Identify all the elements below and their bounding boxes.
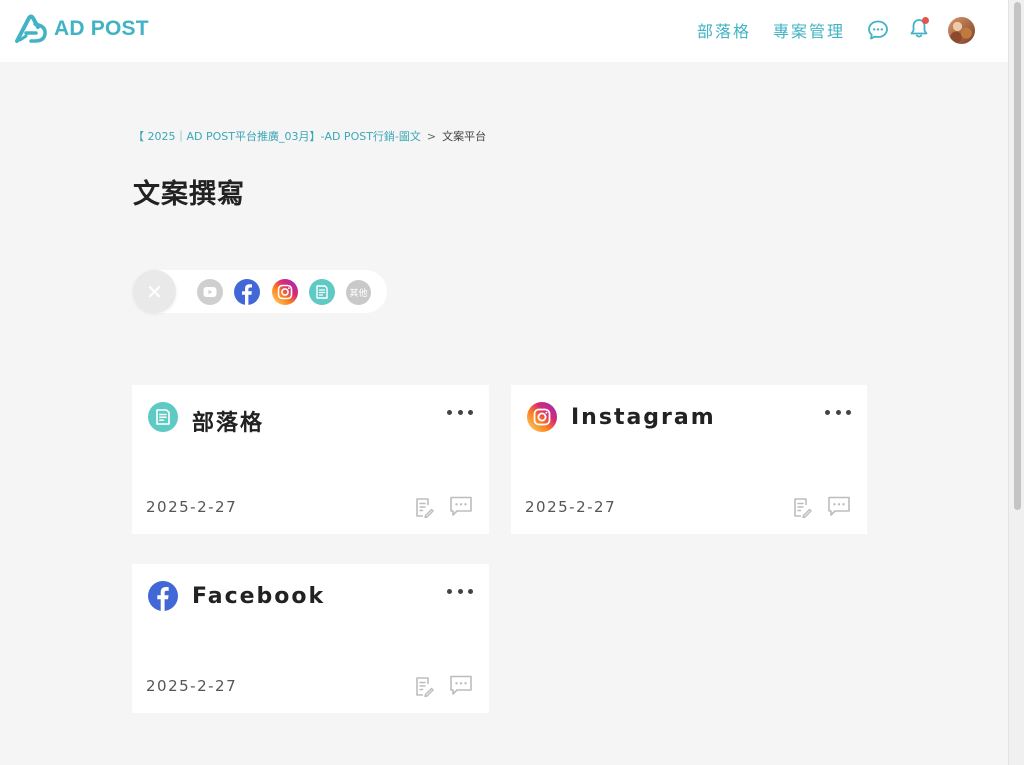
comment-icon[interactable]: [827, 495, 851, 517]
edit-document-icon[interactable]: [413, 496, 435, 518]
post-card-facebook[interactable]: Facebook 2025-2-27: [132, 564, 489, 713]
youtube-icon: [203, 287, 217, 297]
comment-icon[interactable]: [449, 495, 473, 517]
card-title: Facebook: [192, 584, 326, 609]
breadcrumb-current: 文案平台: [442, 130, 487, 143]
instagram-icon: [527, 402, 557, 432]
post-card-instagram[interactable]: Instagram 2025-2-27: [511, 385, 867, 534]
card-title: Instagram: [571, 405, 716, 430]
nav-blog-link[interactable]: 部落格: [697, 18, 751, 42]
filter-youtube[interactable]: [197, 279, 223, 305]
card-title: 部落格: [192, 411, 265, 436]
nav-project-management-link[interactable]: 專案管理: [773, 18, 845, 42]
card-date: 2025-2-27: [525, 498, 617, 516]
platform-filter-bar: ✕ 其他: [133, 270, 387, 313]
blog-icon: [316, 285, 328, 299]
page-title: 文案撰寫: [133, 179, 245, 210]
chat-bubble-icon[interactable]: [867, 19, 889, 41]
vertical-scrollbar[interactable]: [1008, 0, 1024, 765]
edit-document-icon[interactable]: [413, 675, 435, 697]
notification-dot: [922, 17, 929, 24]
card-date: 2025-2-27: [146, 677, 238, 695]
edit-document-icon[interactable]: [791, 496, 813, 518]
facebook-icon: [234, 279, 260, 305]
filter-other[interactable]: 其他: [346, 280, 371, 305]
logo-text: AD POST: [54, 17, 149, 40]
blog-icon: [148, 402, 178, 432]
more-options-icon[interactable]: [825, 407, 851, 417]
comment-icon[interactable]: [449, 674, 473, 696]
breadcrumb-parent-link[interactable]: 【 2025｜AD POST平台推廣_03月】-AD POST行銷-圖文: [133, 128, 421, 144]
bell-icon[interactable]: [908, 17, 930, 39]
post-card-blog[interactable]: 部落格 2025-2-27: [132, 385, 489, 534]
breadcrumb-separator: >: [426, 129, 437, 143]
ad-post-logo[interactable]: AD POST: [14, 14, 149, 44]
more-options-icon[interactable]: [447, 586, 473, 596]
clear-filter-button[interactable]: ✕: [133, 270, 176, 313]
filter-facebook[interactable]: [234, 279, 260, 305]
breadcrumb: 【 2025｜AD POST平台推廣_03月】-AD POST行銷-圖文 > 文…: [133, 128, 486, 144]
facebook-icon: [148, 581, 178, 611]
filter-instagram[interactable]: [272, 279, 298, 305]
card-date: 2025-2-27: [146, 498, 238, 516]
instagram-icon: [272, 279, 298, 305]
user-avatar[interactable]: [948, 17, 975, 44]
scrollbar-thumb[interactable]: [1014, 2, 1021, 510]
filter-blog[interactable]: [309, 279, 335, 305]
top-header: AD POST 部落格 專案管理: [0, 0, 1008, 62]
ad-post-logo-icon: [15, 14, 47, 43]
more-options-icon[interactable]: [447, 407, 473, 417]
